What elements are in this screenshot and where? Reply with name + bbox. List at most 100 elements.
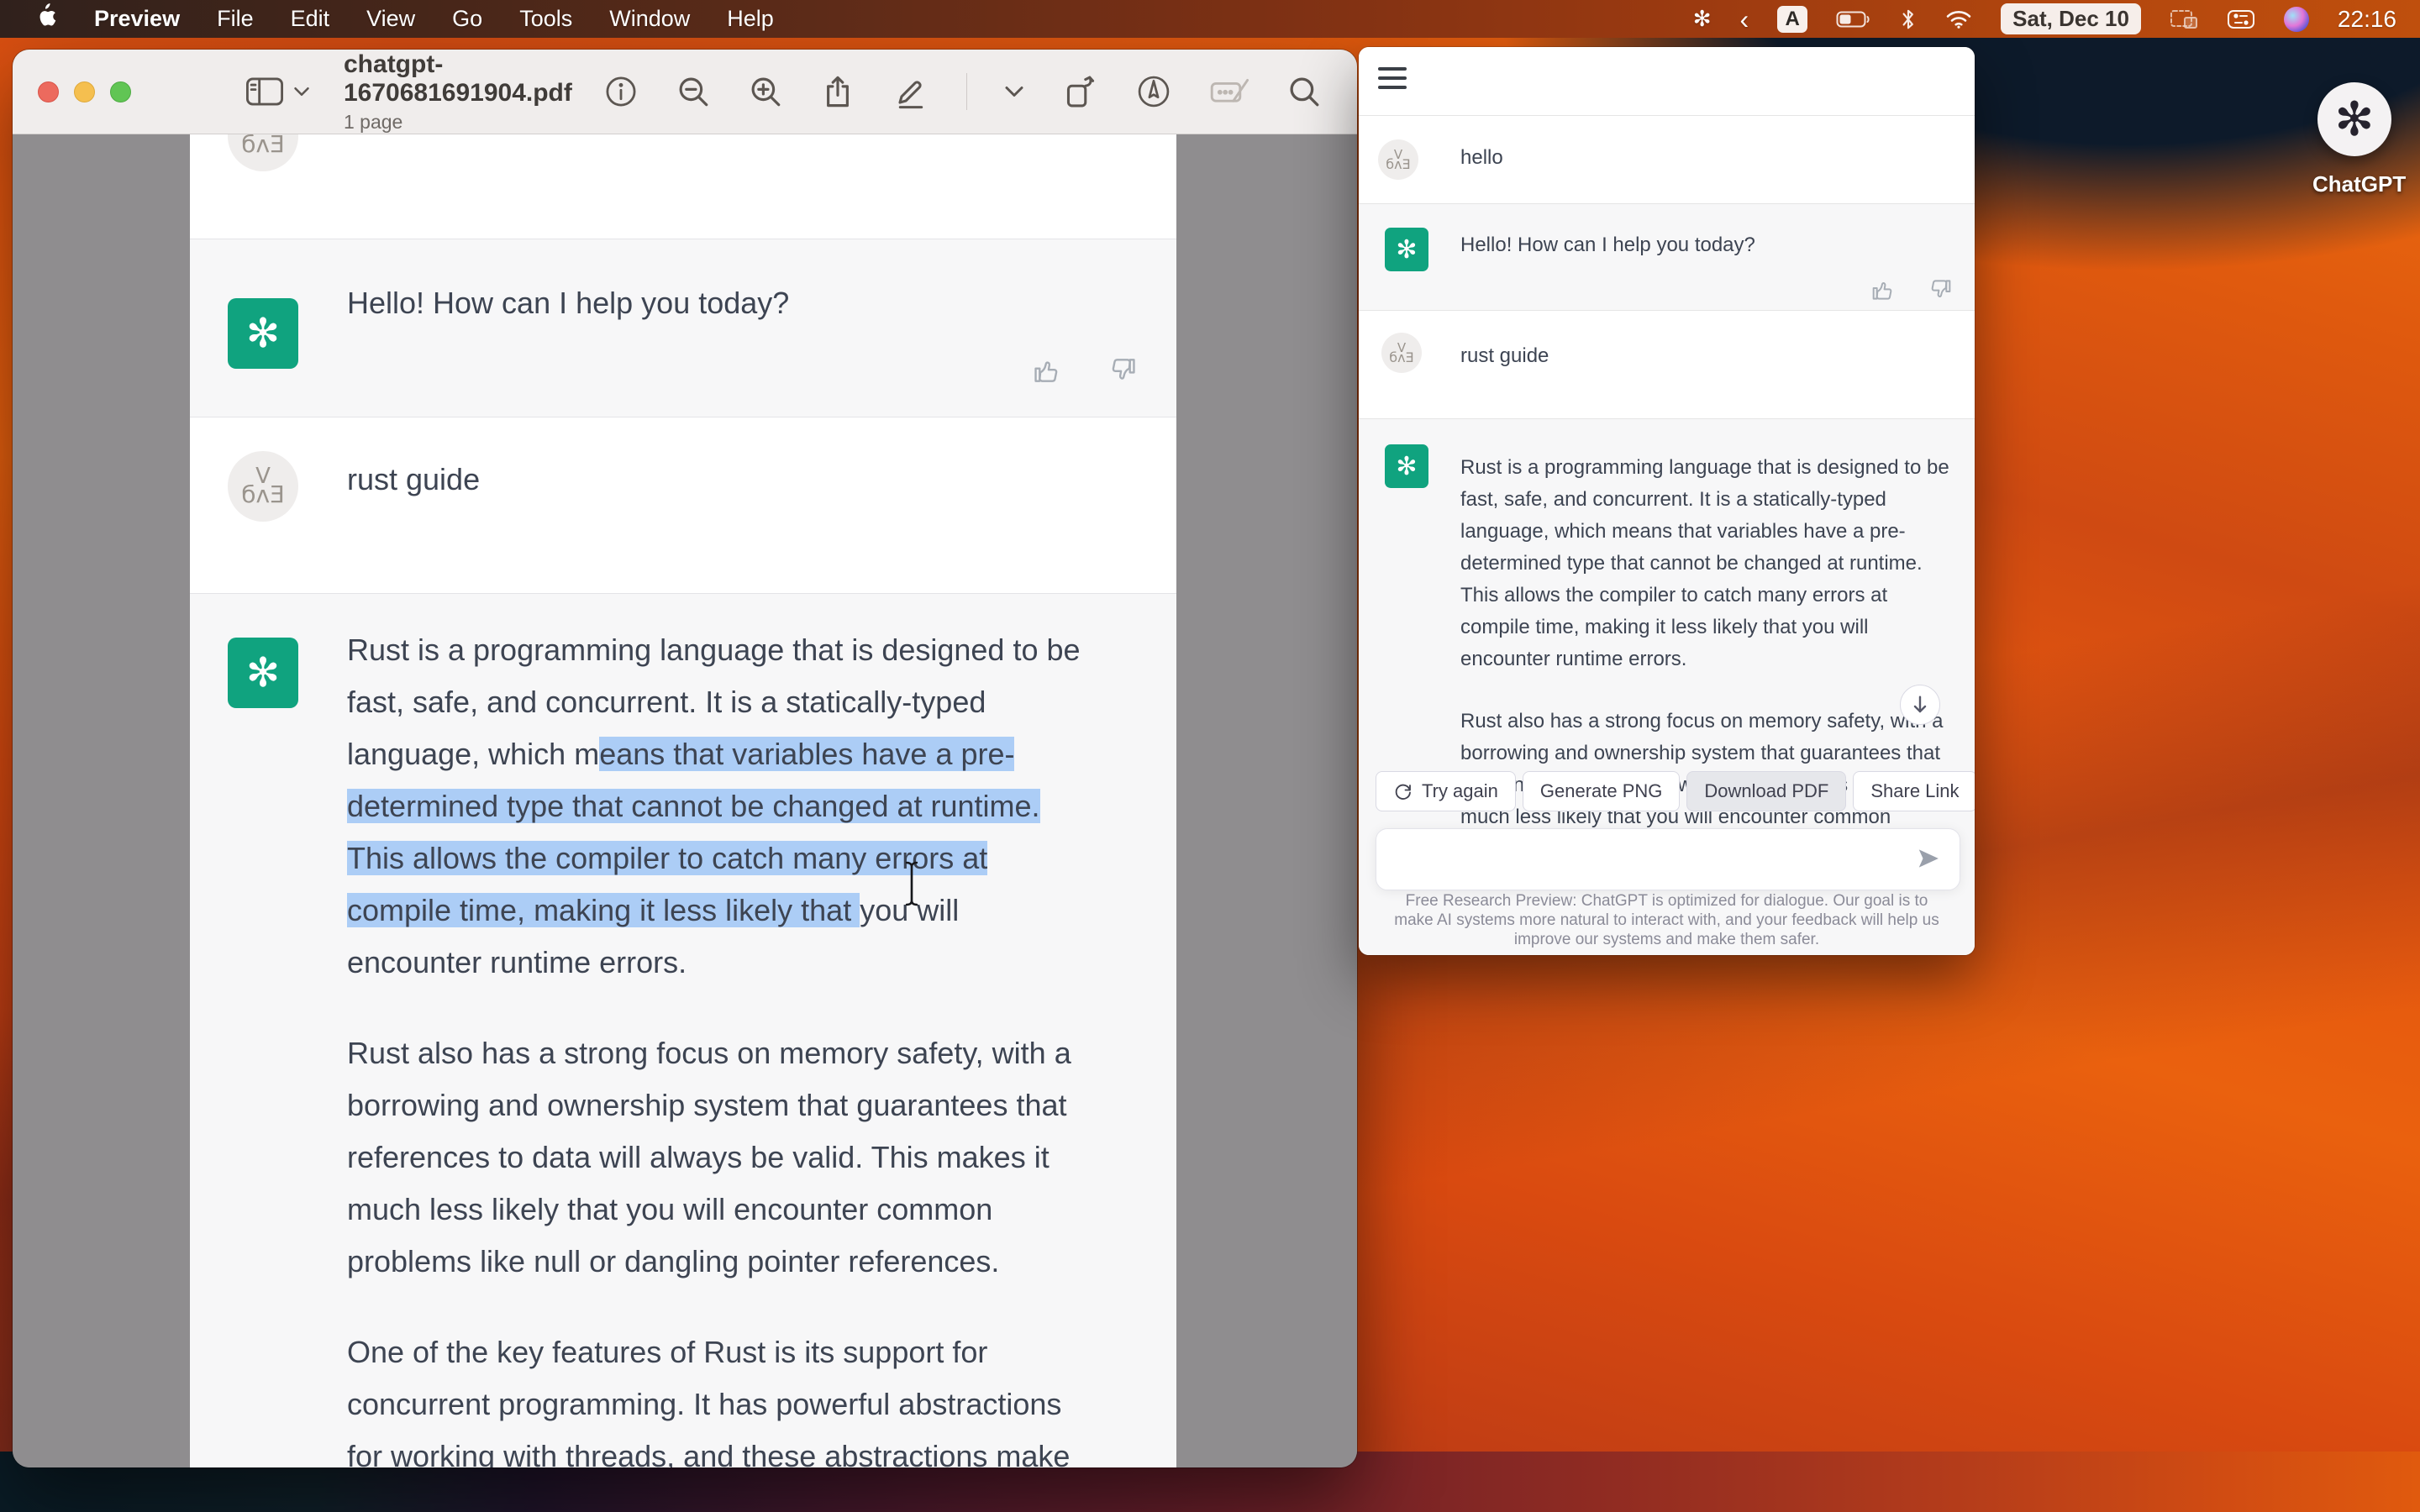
text-line: references to data will always be valid.… <box>347 1140 1081 1192</box>
user-avatar: V бʌƎ <box>1378 139 1418 180</box>
message-input[interactable] <box>1376 829 1960 890</box>
menu-view[interactable]: View <box>366 6 415 32</box>
search-button[interactable] <box>1286 74 1322 109</box>
preview-titlebar: chatgpt-1670681691904.pdf 1 page <box>13 50 1357 134</box>
assistant-hello-text: Hello! How can I help you today? <box>347 286 789 321</box>
thumbs-up-icon[interactable] <box>1031 354 1063 386</box>
hamburger-menu-button[interactable] <box>1378 67 1407 89</box>
menu-clock[interactable]: 22:16 <box>2338 6 2396 33</box>
text-line: problems like null or dangling pointer r… <box>347 1244 1081 1296</box>
bluetooth-icon[interactable] <box>1900 8 1917 31</box>
text-annotation-button[interactable] <box>1209 75 1249 108</box>
chatgpt-avatar: ✻ <box>228 638 298 708</box>
text-line: for working with threads, and these abst… <box>347 1439 1081 1467</box>
menu-bar: Preview File Edit View Go Tools Window H… <box>0 0 2420 38</box>
menu-window[interactable]: Window <box>609 6 690 32</box>
share-link-button[interactable]: Share Link <box>1853 771 1975 811</box>
pdf-message-assistant-hello: ✻ Hello! How can I help you today? <box>190 239 1176 417</box>
footer-disclaimer: Free Research Preview: ChatGPT is optimi… <box>1367 891 1966 949</box>
openai-menu-icon[interactable]: ✻ <box>1693 7 1712 32</box>
paragraph-3: One of the key features of Rust is its s… <box>347 1335 1081 1467</box>
input-source-icon[interactable]: A <box>1777 6 1807 33</box>
annotate-pen-button[interactable] <box>1135 73 1172 110</box>
preview-window: chatgpt-1670681691904.pdf 1 page <box>13 50 1357 1467</box>
chevron-down-icon <box>293 86 310 97</box>
download-pdf-button[interactable]: Download PDF <box>1686 771 1846 811</box>
selected-text: compile time, making it less likely that <box>347 893 860 927</box>
text-line: determined type that cannot be changed a… <box>347 789 1081 841</box>
menu-tools[interactable]: Tools <box>519 6 572 32</box>
text-line: Rust is a programming language that is d… <box>1460 456 1949 488</box>
screen-mirroring-icon[interactable] <box>2170 8 2198 30</box>
menu-go[interactable]: Go <box>452 6 482 32</box>
text-line: One of the key features of Rust is its s… <box>347 1335 1081 1387</box>
text-line: compile time, making it less likely that… <box>347 893 1081 945</box>
text-line: fast, safe, and concurrent. It is a stat… <box>347 685 1081 737</box>
user-avatar: V бʌƎ <box>228 451 298 522</box>
scroll-to-bottom-button[interactable] <box>1900 685 1940 725</box>
chatgpt-avatar: ✻ <box>1385 228 1428 271</box>
user-rust-text: rust guide <box>1460 344 1549 368</box>
text-line: Rust also has a strong focus on memory s… <box>1460 710 1949 742</box>
minimize-button[interactable] <box>74 81 95 102</box>
pdf-message-user-prompt: V бʌƎ rust guide <box>190 417 1176 593</box>
wifi-icon[interactable] <box>1945 8 1972 30</box>
text-line: language, which means that variables hav… <box>347 737 1081 789</box>
zoom-button[interactable] <box>110 81 131 102</box>
pdf-message-user-cropped: V бʌƎ <box>190 134 1176 239</box>
thumbs-down-icon[interactable] <box>1927 276 1954 303</box>
desktop-icon-label: ChatGPT <box>2312 171 2396 197</box>
menu-date[interactable]: Sat, Dec 10 <box>2001 3 2141 34</box>
sidebar-icon <box>245 76 285 108</box>
thumbs-down-icon[interactable] <box>1107 354 1139 386</box>
siri-icon[interactable] <box>2284 7 2309 32</box>
generate-png-button[interactable]: Generate PNG <box>1523 771 1681 811</box>
text-line: determined type that cannot be changed a… <box>1460 552 1949 584</box>
markup-pen-button[interactable] <box>892 73 929 110</box>
menu-app-name[interactable]: Preview <box>94 6 180 32</box>
window-controls <box>38 81 131 102</box>
try-again-button[interactable]: Try again <box>1376 771 1516 811</box>
menu-edit[interactable]: Edit <box>291 6 330 32</box>
text-line: encounter runtime errors. <box>347 945 1081 997</box>
sidebar-toggle-button[interactable] <box>245 76 310 108</box>
user-hello-text: hello <box>1460 146 1503 170</box>
text-line: Rust also has a strong focus on memory s… <box>347 1036 1081 1088</box>
desktop: Preview File Edit View Go Tools Window H… <box>0 0 2420 1512</box>
apple-menu[interactable] <box>35 3 57 34</box>
battery-icon[interactable] <box>1836 10 1871 29</box>
share-button[interactable] <box>820 74 855 109</box>
chatgpt-app-icon: ✻ <box>2317 82 2391 156</box>
markup-chevron-button[interactable] <box>1004 85 1024 98</box>
user-avatar: V бʌƎ <box>1381 333 1422 373</box>
thumbs-up-icon[interactable] <box>1870 276 1897 303</box>
send-icon <box>1916 846 1941 871</box>
chevron-left-icon[interactable]: ‹ <box>1740 11 1749 28</box>
send-button[interactable] <box>1916 846 1941 875</box>
paragraph-1: Rust is a programming language that is d… <box>1460 456 1949 680</box>
text-line: borrowing and ownership system that guar… <box>1460 742 1949 774</box>
apple-logo-icon <box>35 3 57 29</box>
info-button[interactable] <box>603 74 639 109</box>
assistant-hello-text: Hello! How can I help you today? <box>1460 234 1755 257</box>
user-avatar: V бʌƎ <box>228 134 298 171</box>
zoom-in-button[interactable] <box>748 74 783 109</box>
feedback-buttons <box>1031 354 1139 386</box>
chat-message-assistant-hello: ✻ Hello! How can I help you today? <box>1359 204 1975 311</box>
text-line: fast, safe, and concurrent. It is a stat… <box>1460 488 1949 520</box>
text-line: compile time, making it less likely that… <box>1460 616 1949 648</box>
toolbar-separator <box>966 73 967 110</box>
menu-help[interactable]: Help <box>727 6 774 32</box>
chatgpt-avatar: ✻ <box>1385 444 1428 488</box>
close-button[interactable] <box>38 81 59 102</box>
control-center-icon[interactable] <box>2227 9 2255 29</box>
pdf-page: V бʌƎ ✻ Hello! How can I help you today? <box>190 134 1176 1467</box>
refresh-icon <box>1393 781 1413 801</box>
user-prompt-text: rust guide <box>347 462 480 497</box>
rotate-button[interactable] <box>1061 73 1098 110</box>
zoom-out-button[interactable] <box>676 74 711 109</box>
menu-file[interactable]: File <box>217 6 254 32</box>
desktop-icon-chatgpt[interactable]: ✻ ChatGPT <box>2312 82 2396 197</box>
text-line: language, which means that variables hav… <box>1460 520 1949 552</box>
selected-text: determined type that cannot be changed a… <box>347 789 1040 823</box>
